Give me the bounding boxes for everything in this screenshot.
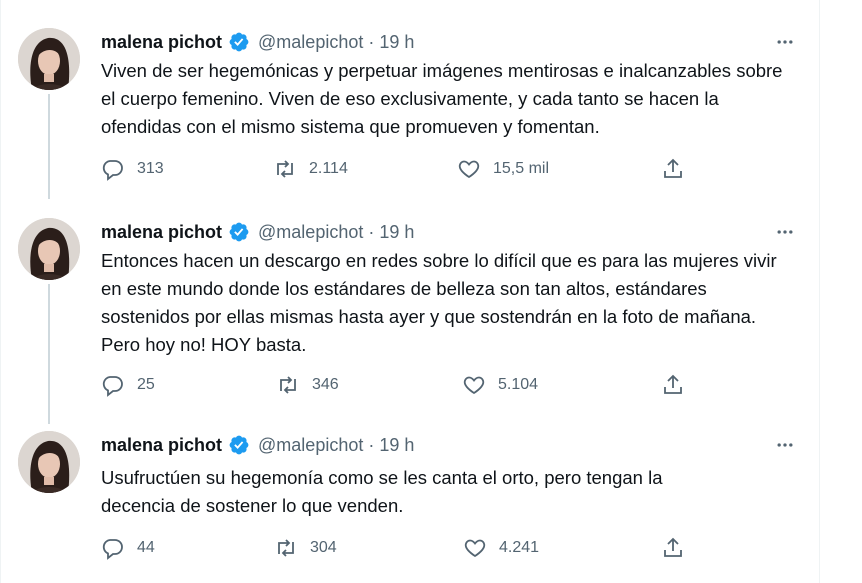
- reply-count: 25: [137, 376, 155, 393]
- tweet-text: Usufructúen su hegemonía como se les can…: [101, 467, 663, 516]
- share-icon: [664, 158, 682, 178]
- avatar[interactable]: [18, 218, 80, 280]
- reply-button[interactable]: 313: [101, 157, 164, 181]
- timestamp[interactable]: 19 h: [379, 435, 414, 456]
- retweet-icon: [277, 160, 293, 178]
- reply-count: 313: [137, 160, 164, 177]
- separator: ·: [368, 221, 375, 242]
- author-name[interactable]: malena pichot: [101, 435, 222, 456]
- like-icon: [458, 160, 480, 179]
- verified-badge-icon: [228, 221, 250, 243]
- reply-count: 44: [137, 539, 155, 556]
- reply-icon: [102, 539, 123, 560]
- verified-badge-icon: [228, 31, 250, 53]
- reply-button[interactable]: 25: [101, 373, 155, 397]
- tweet-text: Entonces hacen un descargo en redes sobr…: [101, 250, 777, 355]
- tweet-actions: 44 304 4.241: [101, 536, 701, 562]
- retweet-button[interactable]: 346: [276, 373, 339, 397]
- timeline-thread: malena pichot @malepichot · 19 h Viven d…: [0, 0, 820, 583]
- share-button[interactable]: [661, 157, 685, 181]
- like-icon: [464, 539, 486, 558]
- avatar[interactable]: [18, 28, 80, 90]
- thread-line: [48, 284, 50, 424]
- avatar[interactable]: [18, 431, 80, 493]
- retweet-icon: [280, 376, 296, 394]
- retweet-icon: [278, 539, 294, 557]
- author-handle[interactable]: @malepichot: [258, 222, 363, 243]
- tweet-text: Viven de ser hegemónicas y perpetuar imá…: [101, 60, 783, 137]
- timestamp[interactable]: 19 h: [379, 32, 414, 53]
- more-options-icon[interactable]: [771, 431, 799, 459]
- author-name[interactable]: malena pichot: [101, 222, 222, 243]
- like-button[interactable]: 4.241: [463, 536, 539, 560]
- retweet-button[interactable]: 304: [274, 536, 337, 560]
- thread-line: [48, 94, 50, 199]
- author-handle[interactable]: @malepichot: [258, 435, 363, 456]
- verified-badge-icon: [228, 434, 250, 456]
- like-button[interactable]: 5.104: [462, 373, 538, 397]
- tweet-header: malena pichot @malepichot · 19 h: [101, 218, 414, 246]
- share-icon: [664, 537, 682, 557]
- more-options-icon[interactable]: [771, 28, 799, 56]
- share-button[interactable]: [661, 536, 685, 560]
- author-name[interactable]: malena pichot: [101, 32, 222, 53]
- tweet-actions: 25 346 5.104: [101, 373, 701, 399]
- share-button[interactable]: [661, 373, 685, 397]
- reply-icon: [102, 160, 123, 181]
- like-icon: [463, 376, 485, 395]
- like-count: 15,5 mil: [493, 160, 550, 177]
- like-count: 5.104: [498, 376, 539, 393]
- retweet-count: 346: [312, 376, 339, 393]
- more-options-icon[interactable]: [771, 218, 799, 246]
- reply-button[interactable]: 44: [101, 536, 155, 560]
- like-button[interactable]: 15,5 mil: [457, 157, 549, 181]
- tweet-header: malena pichot @malepichot · 19 h: [101, 431, 414, 459]
- reply-icon: [102, 376, 123, 397]
- like-count: 4.241: [499, 539, 540, 556]
- tweet-actions: 313 2.114 15,5 mil: [101, 157, 701, 183]
- separator: ·: [368, 434, 375, 455]
- author-handle[interactable]: @malepichot: [258, 32, 363, 53]
- share-icon: [664, 374, 682, 394]
- retweet-count: 304: [310, 539, 337, 556]
- separator: ·: [368, 31, 375, 52]
- tweet-header: malena pichot @malepichot · 19 h: [101, 28, 414, 56]
- timestamp[interactable]: 19 h: [379, 222, 414, 243]
- retweet-count: 2.114: [309, 160, 348, 177]
- retweet-button[interactable]: 2.114: [273, 157, 348, 181]
